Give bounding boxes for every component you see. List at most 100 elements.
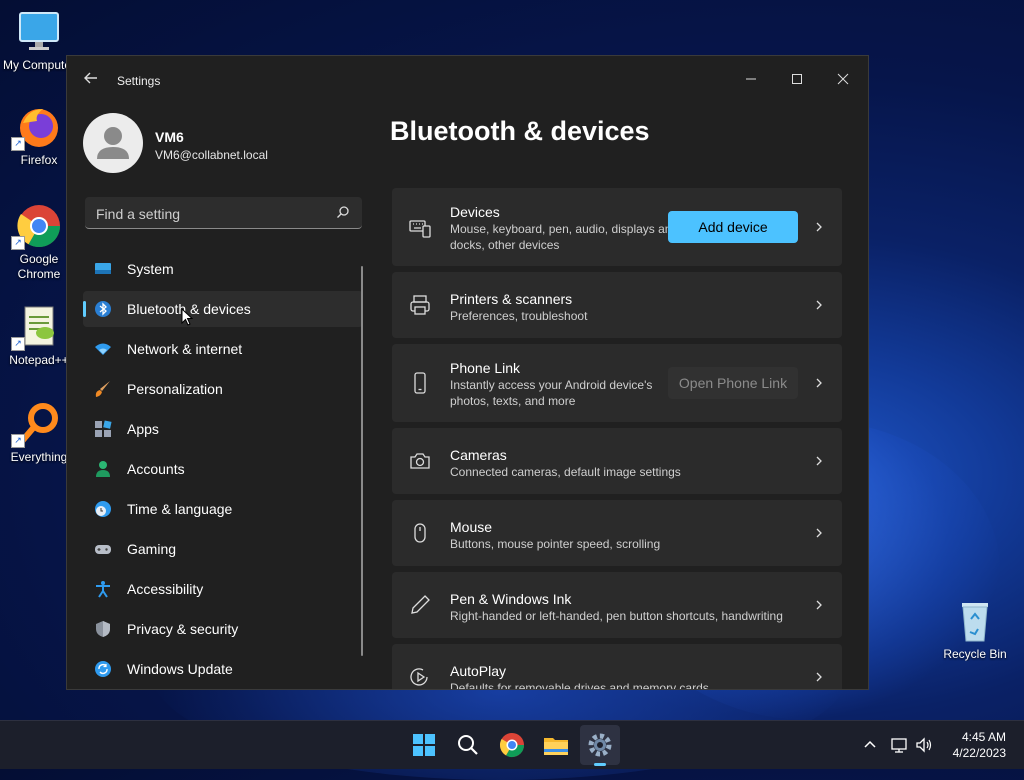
camera-icon xyxy=(410,453,430,469)
shortcut-arrow-icon: ↗ xyxy=(11,434,25,448)
sidebar-item-label: System xyxy=(127,261,174,277)
card-title: Mouse xyxy=(450,519,493,535)
firefox-icon: ↗ xyxy=(11,103,63,151)
chevron-right-icon xyxy=(816,528,822,538)
avatar[interactable] xyxy=(83,113,143,173)
settings-window: Settings VM6 VM6@collabnet.local System … xyxy=(66,55,869,690)
cameras-card[interactable]: Cameras Connected cameras, default image… xyxy=(392,428,842,494)
user-icon xyxy=(97,127,129,159)
clock-date: 4/22/2023 xyxy=(952,746,1006,760)
sidebar-item-privacy-security[interactable]: Privacy & security xyxy=(83,611,363,647)
sidebar-item-windows-update[interactable]: Windows Update xyxy=(83,651,363,687)
sidebar-item-gaming[interactable]: Gaming xyxy=(83,531,363,567)
taskbar: 4:45 AM 4/22/2023 xyxy=(0,720,1024,769)
sidebar-nav: System Bluetooth & devices Network & int… xyxy=(83,251,363,689)
page-title: Bluetooth & devices xyxy=(390,116,650,146)
network-icon[interactable] xyxy=(890,735,910,755)
autoplay-icon xyxy=(410,668,428,686)
wifi-icon xyxy=(95,343,111,355)
chevron-right-icon xyxy=(816,378,822,388)
sidebar-item-bluetooth-devices[interactable]: Bluetooth & devices xyxy=(83,291,363,327)
card-subtitle: Right-handed or left-handed, pen button … xyxy=(450,609,783,623)
update-icon xyxy=(95,661,111,677)
sidebar-item-label: Network & internet xyxy=(127,341,243,357)
sidebar-item-system[interactable]: System xyxy=(83,251,363,287)
user-name: VM6 xyxy=(155,129,184,145)
chevron-right-icon xyxy=(816,600,822,610)
open-phone-link-button[interactable]: Open Phone Link xyxy=(668,367,798,399)
card-subtitle: Mouse, keyboard, pen, audio, displays an… xyxy=(450,222,679,252)
title-bar[interactable]: Settings xyxy=(67,56,868,104)
card-subtitle: Preferences, troubleshoot xyxy=(450,309,588,323)
active-indicator xyxy=(594,763,606,766)
sidebar-item-accounts[interactable]: Accounts xyxy=(83,451,363,487)
system-icon xyxy=(95,263,111,274)
everything-search-icon: ↗ xyxy=(11,400,63,448)
card-title: Pen & Windows Ink xyxy=(450,591,572,607)
card-title: Phone Link xyxy=(450,360,521,376)
clock-time: 4:45 AM xyxy=(961,730,1006,744)
printers-scanners-card[interactable]: Printers & scanners Preferences, trouble… xyxy=(392,272,842,338)
system-clock[interactable]: 4:45 AM 4/22/2023 xyxy=(953,729,1006,761)
sidebar-item-label: Accessibility xyxy=(127,581,204,597)
card-title: Cameras xyxy=(450,447,507,463)
close-button[interactable] xyxy=(820,64,866,96)
chrome-icon: ↗ xyxy=(11,202,63,250)
minimize-button[interactable] xyxy=(728,64,774,96)
search-icon[interactable] xyxy=(452,729,484,761)
recycle-bin-icon xyxy=(951,597,999,645)
search-icon[interactable] xyxy=(336,205,350,219)
sidebar-item-label: Gaming xyxy=(127,541,177,557)
sidebar-item-label: Personalization xyxy=(127,381,223,397)
monitor-icon xyxy=(15,8,63,56)
card-title: Devices xyxy=(450,204,500,220)
back-button[interactable] xyxy=(83,70,103,90)
shield-icon xyxy=(96,621,110,637)
sidebar-item-label: Apps xyxy=(127,421,159,437)
shortcut-arrow-icon: ↗ xyxy=(11,337,25,351)
sidebar-item-accessibility[interactable]: Accessibility xyxy=(83,571,363,607)
devices-card[interactable]: Devices Mouse, keyboard, pen, audio, dis… xyxy=(392,188,842,266)
file-explorer-icon[interactable] xyxy=(540,729,572,761)
chevron-right-icon xyxy=(816,222,822,232)
sidebar-scrollbar[interactable] xyxy=(361,266,363,656)
chevron-up-icon[interactable] xyxy=(860,735,880,755)
apps-icon xyxy=(95,420,112,437)
start-icon[interactable] xyxy=(408,729,440,761)
mouse-cursor-icon xyxy=(181,308,193,326)
card-title: AutoPlay xyxy=(450,663,507,679)
sidebar-item-label: Privacy & security xyxy=(127,621,239,637)
chevron-right-icon xyxy=(816,672,822,682)
close-icon xyxy=(837,73,849,85)
chrome-icon[interactable] xyxy=(496,729,528,761)
brush-icon xyxy=(95,381,110,397)
sidebar-item-apps[interactable]: Apps xyxy=(83,411,363,447)
sidebar-item-time-language[interactable]: Time & language xyxy=(83,491,363,527)
sidebar-item-label: Time & language xyxy=(127,501,233,517)
mouse-card[interactable]: Mouse Buttons, mouse pointer speed, scro… xyxy=(392,500,842,566)
phone-link-card[interactable]: Phone Link Instantly access your Android… xyxy=(392,344,842,422)
search-box[interactable] xyxy=(85,197,362,229)
search-input[interactable] xyxy=(94,203,328,225)
volume-icon[interactable] xyxy=(914,735,934,755)
autoplay-card[interactable]: AutoPlay Defaults for removable drives a… xyxy=(392,644,842,690)
desktop-icon-recycle-bin[interactable]: Recycle Bin xyxy=(936,597,1014,661)
sidebar-item-label: Accounts xyxy=(127,461,185,477)
window-title: Settings xyxy=(117,74,161,88)
mouse-icon xyxy=(414,523,426,543)
maximize-button[interactable] xyxy=(774,64,820,96)
card-subtitle: Defaults for removable drives and memory… xyxy=(450,681,709,690)
pen-icon xyxy=(411,595,430,614)
gamepad-icon xyxy=(95,545,111,554)
settings-icon[interactable] xyxy=(584,729,616,761)
chevron-right-icon xyxy=(816,300,822,310)
pen-windows-ink-card[interactable]: Pen & Windows Ink Right-handed or left-h… xyxy=(392,572,842,638)
chevron-right-icon xyxy=(816,456,822,466)
shortcut-arrow-icon: ↗ xyxy=(11,137,25,151)
add-device-button[interactable]: Add device xyxy=(668,211,798,243)
card-title: Printers & scanners xyxy=(450,291,573,307)
sidebar-item-network-internet[interactable]: Network & internet xyxy=(83,331,363,367)
globe-clock-icon xyxy=(95,501,111,517)
arrow-left-icon xyxy=(84,72,97,84)
sidebar-item-personalization[interactable]: Personalization xyxy=(83,371,363,407)
